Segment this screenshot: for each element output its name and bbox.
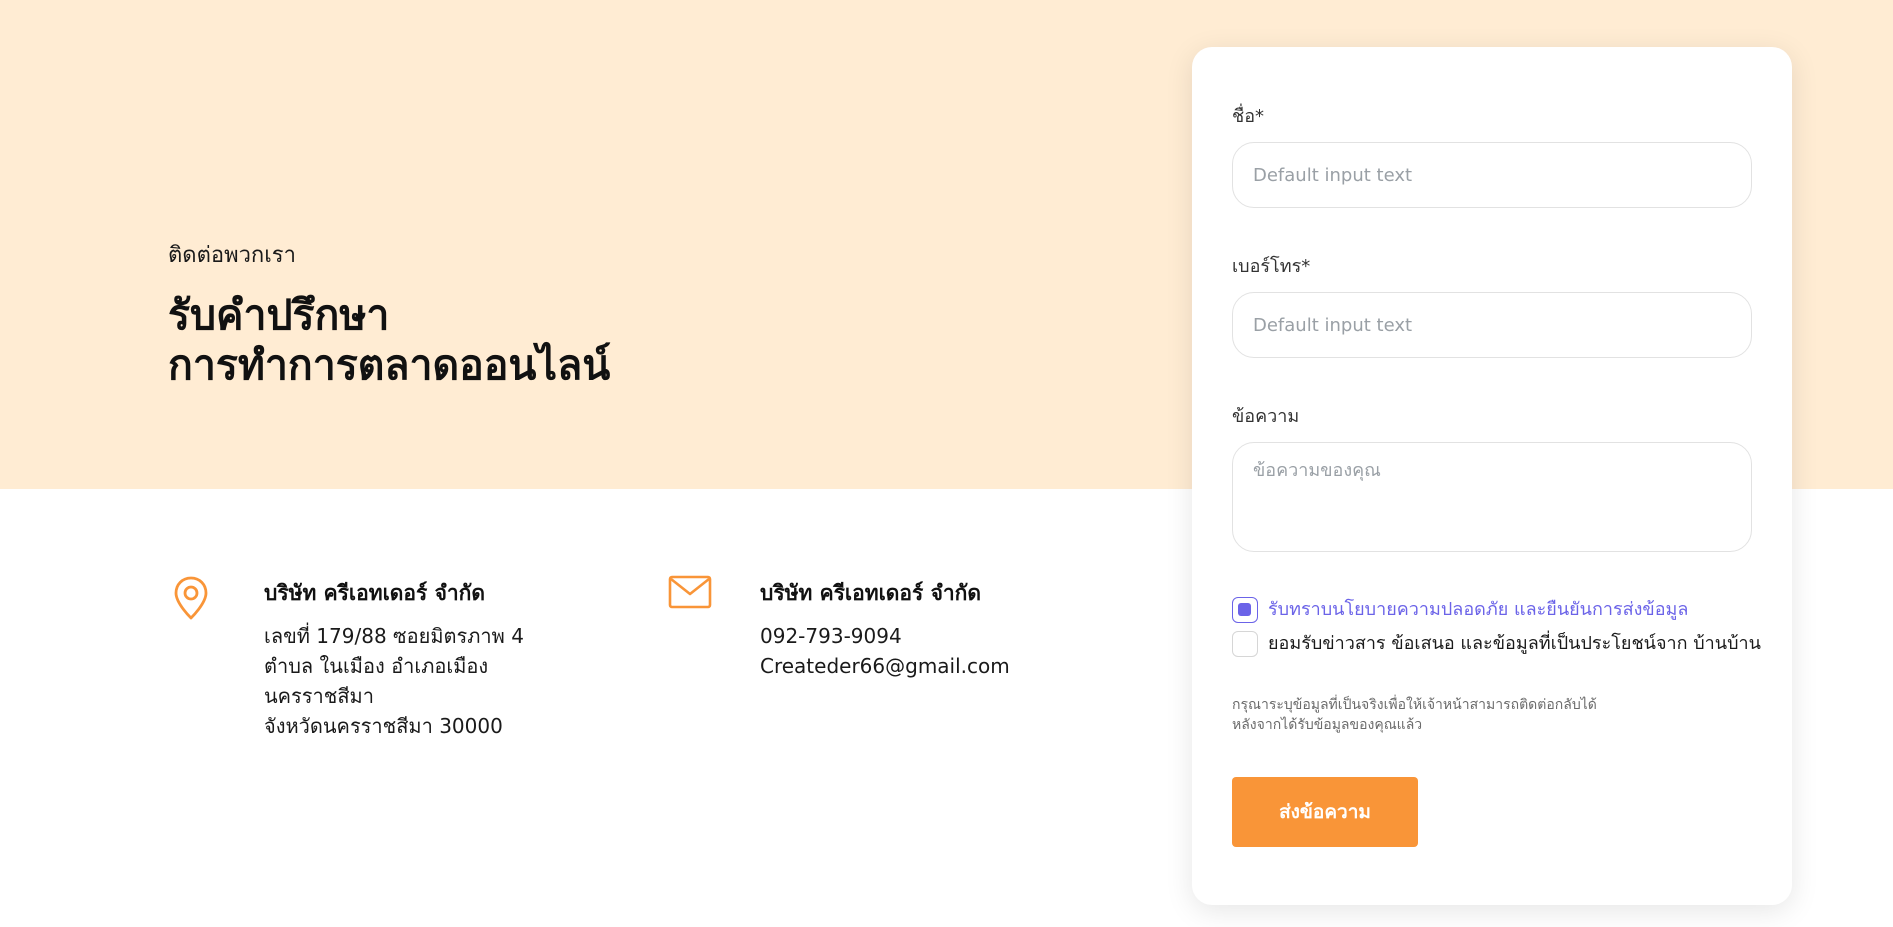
message-textarea[interactable]	[1232, 442, 1752, 552]
company-name: บริษัท ครีเอทเดอร์ จำกัด	[760, 581, 982, 605]
address-line: จังหวัดนครราชสีมา 30000	[264, 714, 503, 738]
form-note: กรุณาระบุข้อมูลที่เป็นจริงเพื่อให้เจ้าหน…	[1232, 695, 1597, 735]
phone-label: เบอร์โทร*	[1232, 256, 1311, 277]
contact-details: บริษัท ครีเอทเดอร์ จำกัด 092-793-9094 Cr…	[760, 575, 1010, 681]
form-note-line: หลังจากได้รับข้อมูลของคุณแล้ว	[1232, 717, 1423, 733]
phone-input[interactable]	[1232, 292, 1752, 358]
phone-number[interactable]: 092-793-9094	[760, 621, 1010, 651]
page-title: รับคำปรึกษา การทำการตลาดออนไลน์	[168, 290, 610, 390]
name-label: ชื่อ*	[1232, 106, 1265, 127]
company-name: บริษัท ครีเอทเดอร์ จำกัด	[264, 581, 486, 605]
address-line: เลขที่ 179/88 ซอยมิตรภาพ 4	[264, 624, 524, 648]
email-address[interactable]: Createder66@gmail.com	[760, 651, 1010, 681]
form-note-line: กรุณาระบุข้อมูลที่เป็นจริงเพื่อให้เจ้าหน…	[1232, 697, 1597, 713]
message-label: ข้อความ	[1232, 406, 1300, 427]
page-title-line-1: รับคำปรึกษา	[168, 291, 390, 339]
mail-icon	[668, 575, 712, 613]
newsletter-consent-checkbox[interactable]	[1232, 631, 1258, 657]
newsletter-consent-label[interactable]: ยอมรับข่าวสาร ข้อเสนอ และข้อมูลที่เป็นปร…	[1268, 631, 1761, 657]
send-message-button[interactable]: ส่งข้อความ	[1232, 777, 1418, 847]
hero-section: ติดต่อพวกเรา รับคำปรึกษา การทำการตลาดออน…	[168, 240, 610, 390]
contact-form: ชื่อ* เบอร์โทร* ข้อความ รับทราบนโยบายควา…	[1192, 47, 1792, 905]
privacy-consent-checkbox[interactable]	[1232, 597, 1258, 623]
newsletter-consent-row[interactable]: ยอมรับข่าวสาร ข้อเสนอ และข้อมูลที่เป็นปร…	[1232, 631, 1761, 657]
section-eyebrow: ติดต่อพวกเรา	[168, 243, 296, 268]
privacy-consent-label[interactable]: รับทราบนโยบายความปลอดภัย และยืนยันการส่ง…	[1268, 597, 1688, 623]
privacy-consent-row[interactable]: รับทราบนโยบายความปลอดภัย และยืนยันการส่ง…	[1232, 597, 1688, 623]
address-line: นครราชสีมา	[264, 684, 374, 708]
name-input[interactable]	[1232, 142, 1752, 208]
page-title-line-2: การทำการตลาดออนไลน์	[168, 341, 611, 389]
address-line: ตำบล ในเมือง อำเภอเมือง	[264, 654, 489, 678]
location-pin-icon	[172, 575, 210, 625]
address-details: บริษัท ครีเอทเดอร์ จำกัด เลขที่ 179/88 ซ…	[264, 575, 524, 741]
